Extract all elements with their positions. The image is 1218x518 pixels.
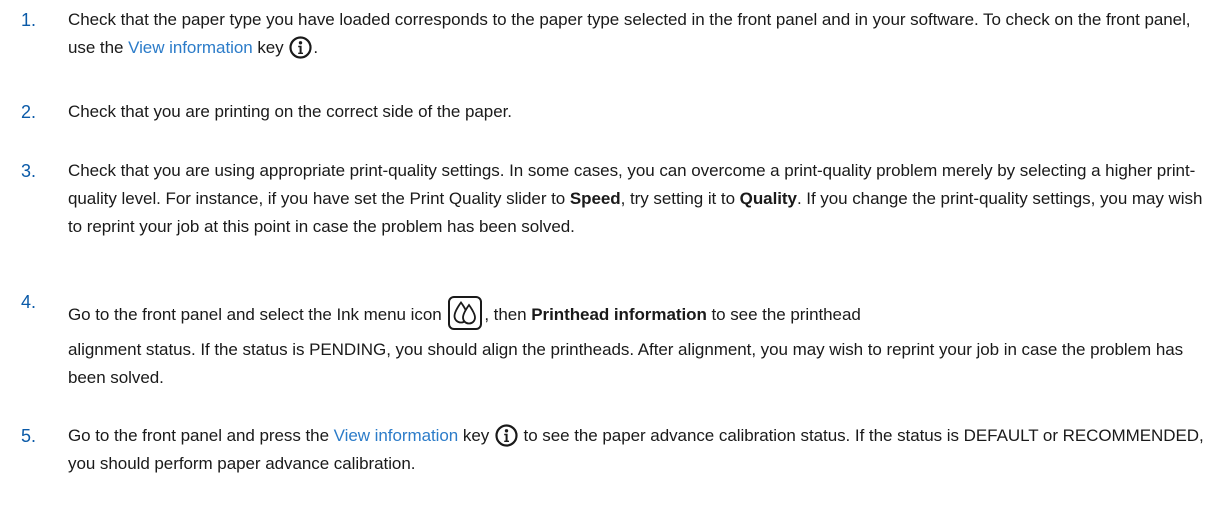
step-text-continued: alignment status. If the status is PENDI…: [68, 340, 1184, 387]
step-text: Check that you are using appropriate pri…: [68, 161, 1203, 236]
step-number: 1.: [21, 10, 37, 30]
step-text: Go to the front panel and press the View…: [68, 424, 1204, 473]
ink-menu-icon: [448, 296, 483, 330]
step-text: Check that you are printing on the corre…: [68, 102, 512, 121]
step-text: Go to the front panel and select the Ink…: [68, 296, 1208, 330]
step-number: 4.: [21, 292, 37, 312]
step-text: Check that the paper type you have loade…: [68, 10, 1191, 59]
step-number: 5.: [21, 426, 37, 446]
info-icon: [495, 424, 518, 447]
info-icon: [289, 36, 312, 59]
step-number: 3.: [21, 161, 37, 181]
view-information-link[interactable]: View information: [334, 426, 459, 445]
view-information-link[interactable]: View information: [128, 38, 253, 57]
step-number: 2.: [21, 102, 37, 122]
